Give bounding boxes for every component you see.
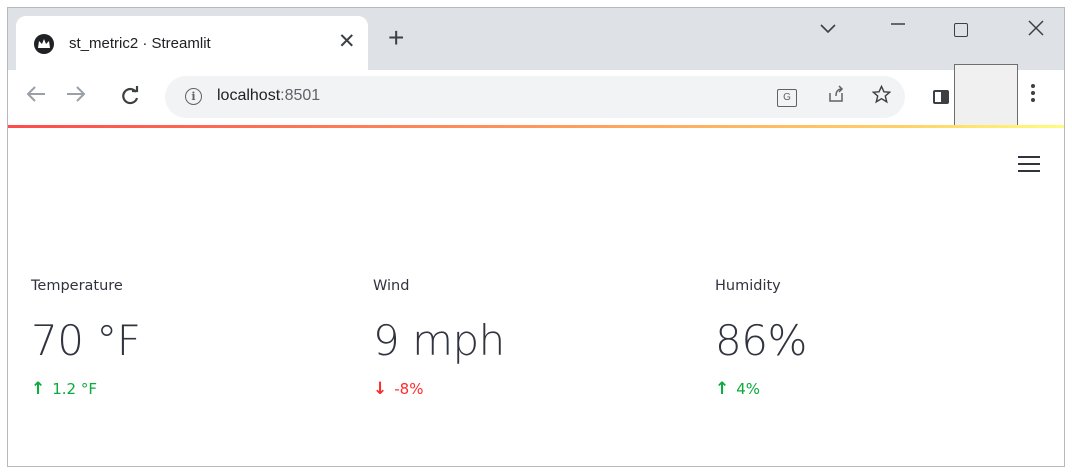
back-arrow-icon[interactable] — [26, 84, 46, 108]
share-icon[interactable] — [827, 85, 845, 110]
arrow-up-icon: ↑ — [715, 379, 730, 399]
tab-search-chevron-icon[interactable] — [820, 16, 836, 40]
url-host: localhost — [217, 87, 281, 104]
metric-label: Humidity — [715, 278, 781, 294]
side-panel-icon[interactable] — [933, 90, 949, 104]
metric-value: 70 °F — [31, 316, 141, 365]
tab-active[interactable]: st_metric2 · Streamlit ✕ — [16, 16, 368, 70]
site-info-icon[interactable]: i — [185, 88, 202, 105]
metric-delta-value: 4% — [736, 380, 761, 398]
metric-delta: ↓ -8% — [373, 379, 505, 399]
tab-title: st_metric2 · Streamlit — [69, 35, 211, 52]
profile-placeholder[interactable] — [954, 64, 1018, 126]
metric-label: Temperature — [31, 278, 123, 294]
url-port: :8501 — [280, 87, 321, 104]
browser-menu-icon[interactable] — [1030, 83, 1036, 110]
url-text: localhost:8501 — [217, 87, 320, 105]
metric-delta: ↑ 4% — [715, 379, 807, 399]
streamlit-app: Temperature 70 °F ↑ 1.2 °F Wind 9 mph ↓ … — [8, 128, 1064, 466]
browser-toolbar: i localhost:8501 G — [8, 64, 1064, 126]
metric-delta: ↑ 1.2 °F — [31, 379, 140, 399]
metric-delta-value: 1.2 °F — [52, 380, 98, 398]
metric-value: 9 mph — [373, 316, 505, 365]
streamlit-favicon-icon — [34, 34, 54, 54]
minimize-icon[interactable] — [890, 12, 906, 37]
close-window-icon[interactable] — [1028, 17, 1044, 41]
maximize-icon[interactable] — [954, 23, 968, 37]
arrow-up-icon: ↑ — [31, 379, 46, 399]
reload-icon[interactable] — [120, 86, 140, 112]
metric-humidity: Humidity 86% ↑ 4% — [715, 276, 807, 399]
address-bar[interactable]: i localhost:8501 G — [165, 76, 905, 118]
metric-delta-value: -8% — [394, 380, 424, 398]
metric-temperature: Temperature 70 °F ↑ 1.2 °F — [31, 276, 141, 399]
metric-value: 86% — [715, 316, 807, 365]
forward-arrow-icon[interactable] — [66, 84, 86, 108]
translate-icon[interactable]: G — [777, 89, 797, 107]
arrow-down-icon: ↓ — [373, 379, 388, 399]
tab-strip: st_metric2 · Streamlit ✕ + — [8, 8, 1064, 70]
main-menu-icon[interactable] — [1018, 156, 1040, 177]
tab-close-icon[interactable]: ✕ — [338, 30, 356, 54]
browser-window: st_metric2 · Streamlit ✕ + i localhost:8… — [7, 7, 1065, 467]
new-tab-button[interactable]: + — [388, 24, 404, 52]
metric-label: Wind — [373, 278, 410, 294]
metric-wind: Wind 9 mph ↓ -8% — [373, 276, 505, 399]
bookmark-star-icon[interactable] — [871, 84, 892, 111]
